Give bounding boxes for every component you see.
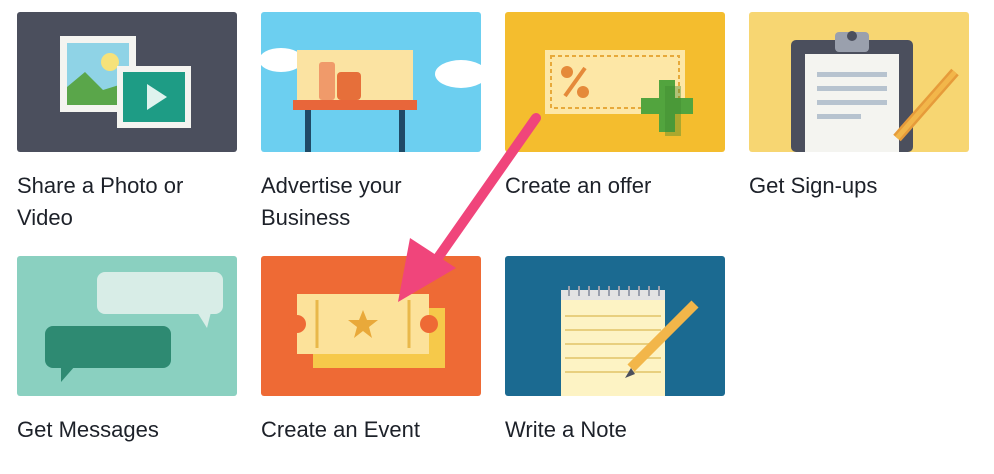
tile-advertise-business[interactable]: Advertise your Business xyxy=(261,12,481,234)
tile-label: Create an Event xyxy=(261,417,420,442)
tile-get-signups[interactable]: Get Sign-ups xyxy=(749,12,969,202)
tile-image[interactable] xyxy=(261,256,481,396)
tile-image[interactable] xyxy=(505,12,725,152)
photo-video-icon xyxy=(17,12,237,152)
tile-image[interactable] xyxy=(505,256,725,396)
tile-image[interactable] xyxy=(749,12,969,152)
tile-share-photo-video[interactable]: Share a Photo or Video xyxy=(17,12,237,234)
tile-label: Get Messages xyxy=(17,417,159,442)
tile-image[interactable] xyxy=(261,12,481,152)
tile-label: Create an offer xyxy=(505,173,652,198)
tile-label: Share a Photo or Video xyxy=(17,173,184,230)
clipboard-icon xyxy=(749,12,969,152)
coupon-icon xyxy=(505,12,725,152)
tile-create-offer[interactable]: Create an offer xyxy=(505,12,725,202)
tile-label: Advertise your Business xyxy=(261,173,402,230)
tile-label: Write a Note xyxy=(505,417,627,442)
notepad-icon xyxy=(505,256,725,396)
tile-label: Get Sign-ups xyxy=(749,173,878,198)
chat-bubbles-icon xyxy=(17,256,237,396)
tile-image[interactable] xyxy=(17,12,237,152)
tile-image[interactable] xyxy=(17,256,237,396)
billboard-icon xyxy=(261,12,481,152)
tile-get-messages[interactable]: Get Messages xyxy=(17,256,237,446)
ticket-icon xyxy=(261,256,481,396)
tile-create-event[interactable]: Create an Event xyxy=(261,256,481,446)
tile-write-note[interactable]: Write a Note xyxy=(505,256,725,446)
